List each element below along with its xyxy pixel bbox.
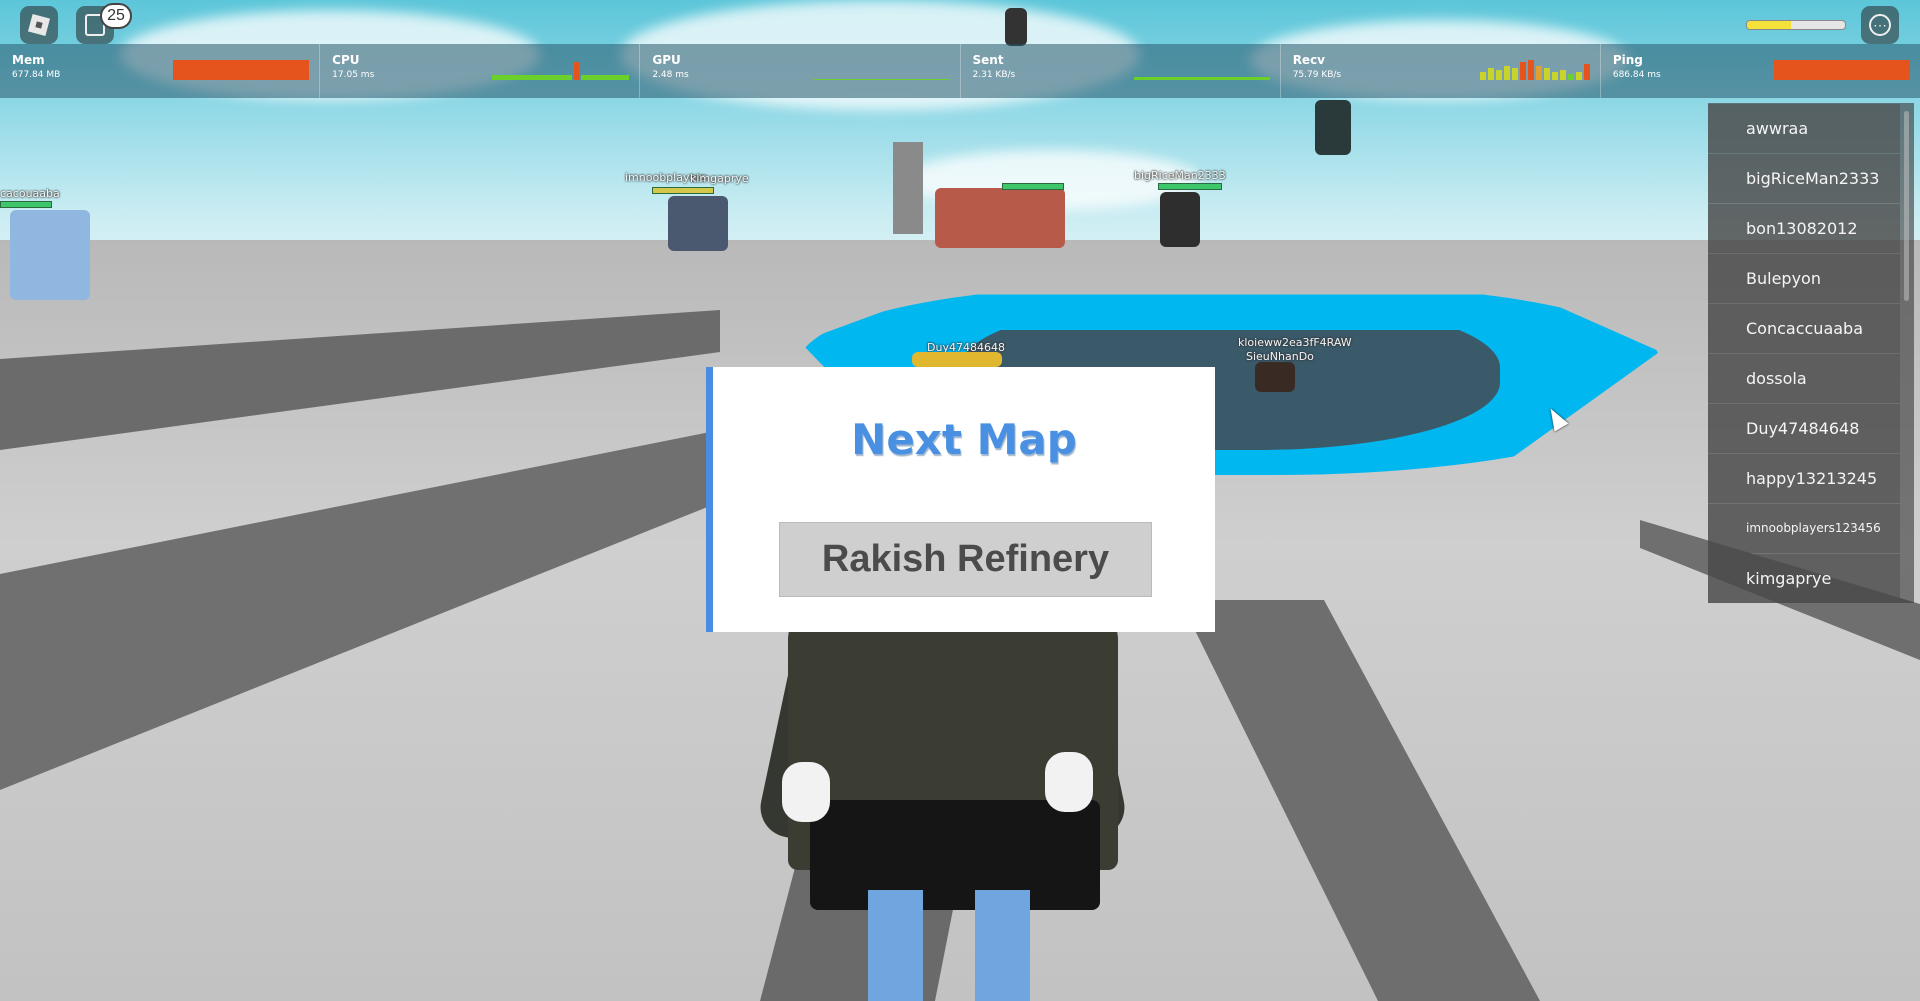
stat-value: 686.84 ms — [1612, 70, 1661, 80]
graph-spike — [1519, 62, 1526, 80]
more-options-icon: ⋯ — [1869, 14, 1891, 36]
player-list-item[interactable]: kimgaprye — [1708, 554, 1900, 603]
player-list-item[interactable]: bon13082012 — [1708, 204, 1900, 253]
performance-stats: Mem 677.84 MB CPU 17.05 ms GPU 2.48 ms S… — [0, 44, 1920, 98]
graph-spike — [1495, 70, 1502, 80]
player-list-item[interactable]: Duy47484648 — [1708, 404, 1900, 453]
player-list-item[interactable]: Concaccuaaba — [1708, 304, 1900, 353]
player-nametag: kimgaprye — [690, 172, 749, 185]
graph-bar — [1774, 60, 1911, 80]
character-right-hand — [1045, 752, 1093, 812]
player-avatar — [10, 210, 90, 300]
stat-label: Ping — [1612, 53, 1643, 67]
health-bar — [1746, 20, 1846, 30]
graph-spike — [1511, 68, 1518, 80]
stat-value: 677.84 MB — [12, 70, 61, 80]
next-map-dialog: Next Map Rakish Refinery — [706, 367, 1215, 632]
character-shorts — [810, 800, 1100, 910]
chat-unread-badge: 25 — [100, 3, 132, 29]
graph-line — [492, 75, 573, 80]
player-list-item[interactable]: happy13213245 — [1708, 454, 1900, 503]
stat-label: Mem — [12, 53, 45, 67]
player-avatar — [1160, 192, 1200, 247]
graph-line — [581, 75, 630, 80]
map-name-box: Rakish Refinery — [779, 522, 1152, 597]
stat-value: 17.05 ms — [332, 70, 375, 80]
stat-ping[interactable]: Ping 686.84 ms — [1601, 44, 1920, 98]
graph-spike — [1503, 66, 1510, 80]
player-nametag: bigRiceMan2333 — [1134, 169, 1226, 182]
stat-graph — [492, 58, 630, 80]
player-avatar — [1255, 362, 1295, 392]
roblox-menu-button[interactable] — [20, 6, 58, 44]
graph-line — [813, 79, 950, 80]
player-list[interactable]: awwraa bigRiceMan2333 bon13082012 Bulepy… — [1708, 103, 1914, 603]
stat-graph — [1479, 58, 1590, 80]
player-avatar — [668, 196, 728, 251]
stat-value: 75.79 KB/s — [1292, 70, 1342, 80]
stat-value: 2.48 ms — [652, 70, 689, 80]
health-bar-fill — [1747, 21, 1792, 29]
player-nametag: cacouaaba — [0, 187, 60, 200]
graph-spike — [1551, 72, 1558, 80]
stat-sent[interactable]: Sent 2.31 KB/s — [961, 44, 1281, 98]
graph-spike — [1487, 68, 1494, 80]
graph-line — [1133, 77, 1270, 80]
stat-label: CPU — [332, 53, 360, 67]
player-health-bar — [1158, 183, 1222, 190]
graph-spike — [1535, 66, 1542, 80]
graph-spike — [1567, 74, 1574, 80]
roblox-logo-icon — [27, 13, 51, 37]
graph-bar — [173, 60, 310, 80]
stat-gpu[interactable]: GPU 2.48 ms — [640, 44, 961, 98]
graph-spike — [1479, 72, 1486, 80]
graph-spike — [1527, 60, 1534, 80]
player-avatar — [912, 352, 1002, 367]
stat-recv[interactable]: Recv 75.79 KB/s — [1281, 44, 1601, 98]
player-avatar — [935, 188, 1065, 248]
graph-spike — [1583, 64, 1590, 80]
stat-mem[interactable]: Mem 677.84 MB — [0, 44, 321, 98]
character-right-leg — [975, 890, 1030, 1001]
player-avatar — [1315, 100, 1351, 155]
player-list-scrollbar[interactable] — [1904, 111, 1909, 301]
graph-spike — [1543, 68, 1550, 80]
character-left-hand — [782, 762, 830, 822]
stat-graph — [173, 58, 310, 80]
stat-label: Recv — [1292, 53, 1326, 67]
character-left-leg — [868, 890, 923, 1001]
graph-spike — [1559, 70, 1566, 80]
stat-value: 2.31 KB/s — [972, 70, 1016, 80]
player-list-item[interactable]: imnoobplayers123456 — [1708, 504, 1900, 553]
stat-label: Sent — [972, 53, 1004, 67]
tower — [893, 142, 923, 234]
map-name: Rakish Refinery — [821, 538, 1110, 580]
player-list-item[interactable]: dossola — [1708, 354, 1900, 403]
dialog-title: Next Map — [851, 415, 1077, 464]
graph-spike — [1575, 72, 1582, 80]
more-menu-button[interactable]: ⋯ — [1861, 6, 1899, 44]
stat-label: GPU — [652, 53, 681, 67]
player-health-bar — [0, 201, 52, 208]
stat-graph — [1774, 58, 1911, 80]
stat-graph — [813, 58, 950, 80]
player-nametag: kloieww2ea3fF4RAW — [1238, 336, 1352, 349]
player-health-bar — [652, 187, 714, 194]
stat-cpu[interactable]: CPU 17.05 ms — [320, 44, 641, 98]
player-list-item[interactable]: Bulepyon — [1708, 254, 1900, 303]
player-health-bar — [1002, 183, 1064, 190]
stat-graph — [1133, 58, 1270, 80]
player-list-item[interactable]: awwraa — [1708, 104, 1900, 153]
top-bar: 25 ⋯ — [0, 0, 1920, 44]
player-list-item[interactable]: bigRiceMan2333 — [1708, 154, 1900, 203]
graph-spike — [574, 62, 580, 80]
